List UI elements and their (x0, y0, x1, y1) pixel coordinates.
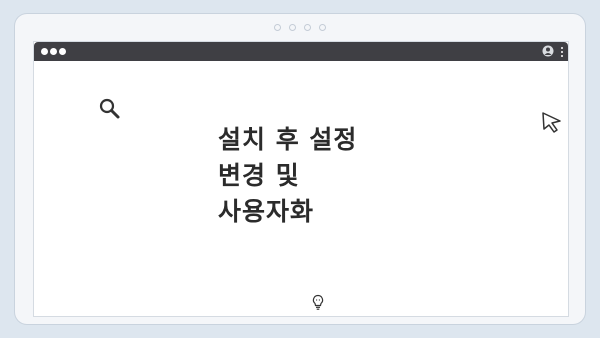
window-titlebar (34, 42, 568, 61)
camera-dot (289, 24, 296, 31)
camera-dot (319, 24, 326, 31)
browser-window: 설치 후 설정 변경 및 사용자화 (33, 41, 569, 317)
camera-dot (304, 24, 311, 31)
camera-dot (274, 24, 281, 31)
window-close-dot[interactable] (41, 48, 48, 55)
mouse-cursor-icon (542, 112, 561, 133)
search-icon (99, 98, 120, 119)
window-minimize-dot[interactable] (50, 48, 57, 55)
window-maximize-dot[interactable] (59, 48, 66, 55)
kebab-menu-icon[interactable] (560, 46, 564, 58)
user-icon[interactable] (542, 45, 554, 57)
camera-dots (15, 24, 585, 31)
hero-title: 설치 후 설정 변경 및 사용자화 (218, 125, 358, 226)
lightbulb-icon (312, 294, 324, 310)
device-frame: 설치 후 설정 변경 및 사용자화 (15, 14, 585, 324)
